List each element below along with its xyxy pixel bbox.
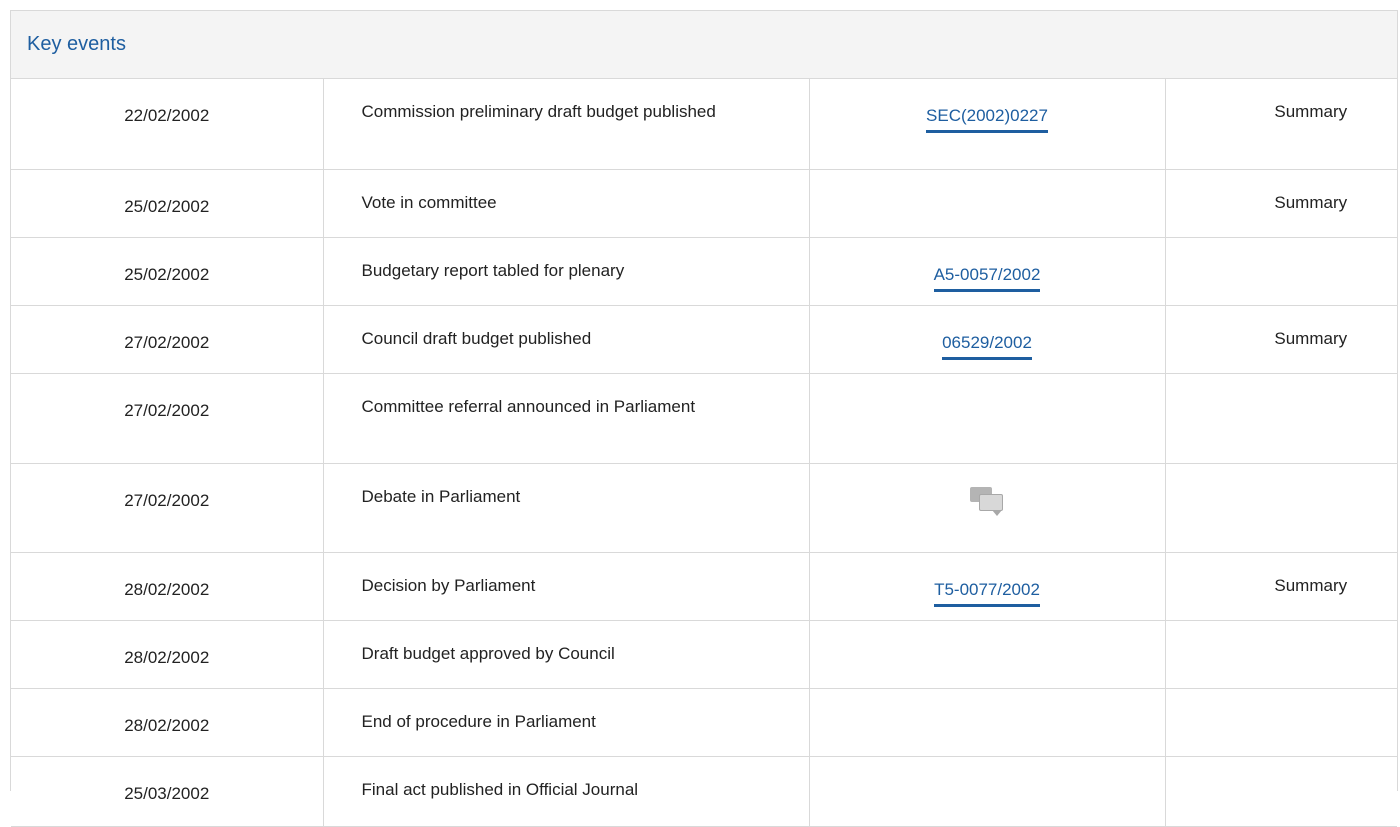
document-cell: 06529/2002	[809, 305, 1166, 374]
event-description: End of procedure in Parliament	[323, 688, 810, 757]
table-row: 28/02/2002 Draft budget approved by Coun…	[11, 620, 1397, 689]
document-link[interactable]: SEC(2002)0227	[926, 104, 1048, 133]
summary-cell	[1165, 756, 1397, 827]
table-row: 27/02/2002 Debate in Parliament	[11, 463, 1397, 553]
event-description: Vote in committee	[323, 169, 810, 238]
summary-cell[interactable]: Summary	[1165, 79, 1397, 170]
document-cell	[809, 688, 1166, 757]
table-row: 28/02/2002 End of procedure in Parliamen…	[11, 688, 1397, 757]
summary-cell	[1165, 463, 1397, 553]
event-date: 28/02/2002	[11, 620, 324, 689]
event-description: Budgetary report tabled for plenary	[323, 237, 810, 306]
key-events-panel: Key events 22/02/2002 Commission prelimi…	[10, 10, 1398, 827]
document-cell: A5-0057/2002	[809, 237, 1166, 306]
event-date: 27/02/2002	[11, 305, 324, 374]
table-row: 25/02/2002 Vote in committee Summary	[11, 169, 1397, 238]
panel-header: Key events	[11, 11, 1397, 79]
summary-cell	[1165, 620, 1397, 689]
document-link[interactable]: A5-0057/2002	[933, 263, 1041, 292]
event-date: 25/02/2002	[11, 169, 324, 238]
debate-icon[interactable]	[970, 486, 1004, 517]
document-link[interactable]: T5-0077/2002	[934, 578, 1040, 607]
document-cell: T5-0077/2002	[809, 552, 1166, 621]
event-date: 28/02/2002	[11, 688, 324, 757]
event-description: Committee referral announced in Parliame…	[323, 373, 810, 464]
event-description: Decision by Parliament	[323, 552, 810, 621]
event-date: 28/02/2002	[11, 552, 324, 621]
document-cell	[809, 169, 1166, 238]
table-row: 27/02/2002 Committee referral announced …	[11, 373, 1397, 464]
summary-cell[interactable]: Summary	[1165, 169, 1397, 238]
summary-cell	[1165, 237, 1397, 306]
event-description: Council draft budget published	[323, 305, 810, 374]
document-cell	[809, 463, 1166, 553]
table-row: 25/03/2002 Final act published in Offici…	[11, 756, 1397, 827]
event-date: 22/02/2002	[11, 79, 324, 170]
document-cell: SEC(2002)0227	[809, 79, 1166, 170]
event-description: Final act published in Official Journal	[323, 756, 810, 827]
document-link[interactable]: 06529/2002	[942, 331, 1032, 360]
key-events-table: 22/02/2002 Commission preliminary draft …	[11, 79, 1397, 827]
table-row: 27/02/2002 Council draft budget publishe…	[11, 305, 1397, 374]
event-description: Debate in Parliament	[323, 463, 810, 553]
table-row: 25/02/2002 Budgetary report tabled for p…	[11, 237, 1397, 306]
table-row: 22/02/2002 Commission preliminary draft …	[11, 79, 1397, 170]
summary-cell	[1165, 373, 1397, 464]
document-cell	[809, 373, 1166, 464]
summary-cell[interactable]: Summary	[1165, 552, 1397, 621]
panel-title: Key events	[27, 33, 126, 55]
event-date: 27/02/2002	[11, 373, 324, 464]
document-cell	[809, 620, 1166, 689]
summary-cell[interactable]: Summary	[1165, 305, 1397, 374]
document-cell	[809, 756, 1166, 827]
event-date: 27/02/2002	[11, 463, 324, 553]
event-date: 25/02/2002	[11, 237, 324, 306]
event-description: Commission preliminary draft budget publ…	[323, 79, 810, 170]
event-date: 25/03/2002	[11, 756, 324, 827]
table-row: 28/02/2002 Decision by Parliament T5-007…	[11, 552, 1397, 621]
event-description: Draft budget approved by Council	[323, 620, 810, 689]
summary-cell	[1165, 688, 1397, 757]
